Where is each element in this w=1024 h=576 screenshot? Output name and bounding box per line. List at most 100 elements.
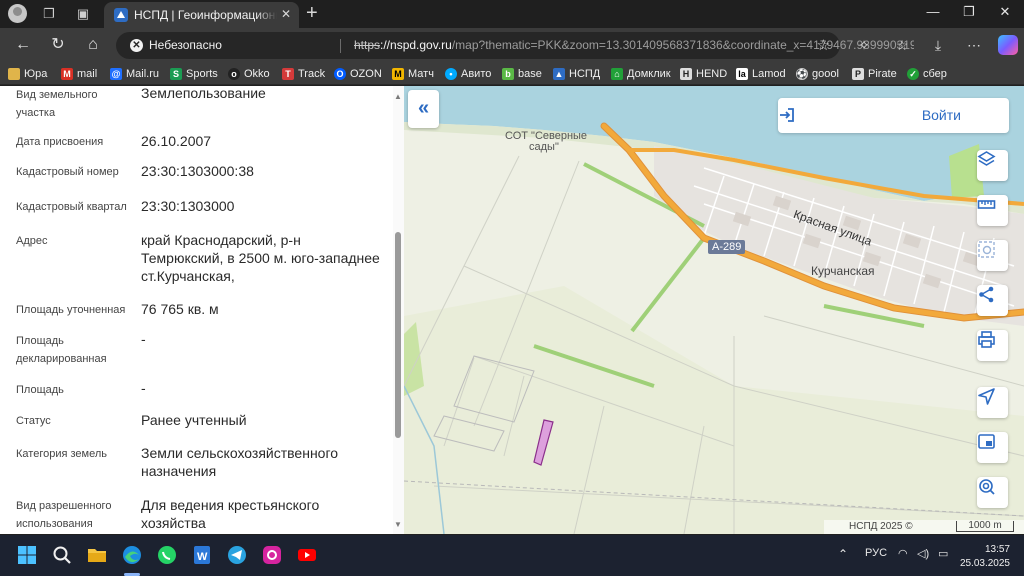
scroll-down-icon[interactable]: ▼ bbox=[394, 520, 402, 529]
favorite-star-icon[interactable]: ☆ bbox=[817, 36, 830, 54]
tab-nspd[interactable]: НСПД | Геоинформационный портал ✕ bbox=[104, 2, 299, 28]
workspaces-icon[interactable]: ❐ bbox=[40, 5, 58, 23]
layers-button[interactable] bbox=[977, 150, 1008, 181]
scrollbar-thumb[interactable] bbox=[395, 232, 401, 438]
minimap-icon bbox=[978, 434, 995, 449]
panel-scrollbar[interactable]: ▲ ▼ bbox=[393, 86, 404, 534]
copilot-icon[interactable] bbox=[998, 35, 1018, 55]
more-menu-icon[interactable]: ⋯ bbox=[965, 36, 983, 54]
search-icon[interactable] bbox=[51, 544, 73, 566]
word-icon[interactable]: W bbox=[191, 544, 213, 566]
collapse-panel-button[interactable]: « bbox=[408, 90, 439, 128]
back-button[interactable]: ← bbox=[12, 34, 34, 56]
value-cadastral-number[interactable]: 23:30:1303000:38 bbox=[141, 162, 386, 180]
bookmark-sports[interactable]: S Sports bbox=[170, 66, 218, 82]
scale-bar: 1000 m bbox=[956, 521, 1014, 532]
scroll-up-icon[interactable]: ▲ bbox=[394, 92, 402, 101]
battery-icon[interactable]: ▭ bbox=[938, 547, 948, 560]
mailru-icon: @ bbox=[110, 68, 122, 80]
bookmark-track[interactable]: T Track bbox=[282, 66, 325, 82]
home-button[interactable]: ⌂ bbox=[82, 34, 104, 56]
map-attribution: НСПД 2025 © 1000 m bbox=[824, 520, 1024, 534]
label-area: Площадь bbox=[16, 384, 64, 396]
address-separator bbox=[340, 39, 341, 53]
nspd-icon: ▲ bbox=[553, 68, 565, 80]
minimap-button[interactable] bbox=[977, 432, 1008, 463]
pirate-icon: P bbox=[852, 68, 864, 80]
bookmark-ozon[interactable]: O OZON bbox=[334, 66, 382, 82]
tab-title: НСПД | Геоинформационный портал bbox=[134, 8, 277, 22]
tray-overflow-icon[interactable]: ⌃ bbox=[838, 547, 848, 561]
instagram-icon[interactable] bbox=[261, 544, 283, 566]
value-permitted-use: Для ведения крестьянского хозяйства bbox=[141, 497, 320, 531]
security-label[interactable]: Небезопасно bbox=[149, 38, 222, 52]
url-text[interactable]: https://nspd.gov.ru/map?thematic=PKK&zoo… bbox=[354, 38, 914, 52]
map-view[interactable]: СОТ "Северные сады" Красная улица А-289 … bbox=[404, 86, 1024, 534]
volume-icon[interactable]: ◁) bbox=[917, 547, 929, 560]
measure-button[interactable] bbox=[977, 195, 1008, 226]
print-button[interactable] bbox=[977, 330, 1008, 361]
login-icon bbox=[780, 108, 794, 122]
value-land-category: Земли сельскохозяйственного назначения bbox=[141, 445, 339, 479]
value-address: край Краснодарский, р-н Темрюкский, в 25… bbox=[141, 232, 380, 284]
bookmark-hend[interactable]: H HEND bbox=[680, 66, 727, 82]
bookmark-nspd[interactable]: ▲ НСПД bbox=[553, 66, 600, 82]
file-explorer-icon[interactable] bbox=[86, 544, 108, 566]
youtube-icon[interactable] bbox=[296, 544, 318, 566]
navigation-arrow-icon bbox=[978, 388, 995, 405]
label-permitted-use: Вид разрешенного использования bbox=[16, 500, 112, 530]
system-clock[interactable]: 13:57 25.03.2025 bbox=[960, 543, 1010, 571]
minimize-button[interactable]: — bbox=[918, 4, 948, 19]
bookmark-lamoda[interactable]: la Lamod bbox=[736, 66, 786, 82]
ozon-icon: O bbox=[334, 68, 346, 80]
wifi-icon[interactable]: ◠ bbox=[898, 547, 908, 560]
bookmark-pirate[interactable]: P Pirate bbox=[852, 66, 897, 82]
geo-search-button[interactable] bbox=[977, 477, 1008, 508]
restore-button[interactable]: ❐ bbox=[954, 4, 984, 20]
value-refined-area: 76 765 кв. м bbox=[141, 301, 219, 317]
windows-start-icon[interactable] bbox=[16, 544, 38, 566]
bookmark-mailru[interactable]: @ Mail.ru bbox=[110, 66, 159, 82]
close-window-button[interactable]: ✕ bbox=[990, 4, 1020, 20]
reload-button[interactable]: ↻ bbox=[47, 34, 69, 56]
label-declared-area: Площадь декларированная bbox=[16, 335, 107, 365]
share-button[interactable] bbox=[977, 285, 1008, 316]
profile-avatar[interactable] bbox=[8, 4, 27, 23]
bookmark-avito[interactable]: • Авито bbox=[445, 66, 491, 82]
input-language[interactable]: РУС bbox=[865, 547, 887, 559]
locate-button[interactable] bbox=[977, 387, 1008, 418]
label-cadastral-block: Кадастровый квартал bbox=[16, 201, 127, 213]
new-tab-button[interactable]: + bbox=[306, 3, 318, 23]
bookmark-mail[interactable]: Mmail bbox=[61, 66, 97, 82]
bookmark-base[interactable]: b base bbox=[502, 66, 542, 82]
okko-icon: o bbox=[228, 68, 240, 80]
label-refined-area: Площадь уточненная bbox=[16, 304, 126, 316]
attribution-text[interactable]: НСПД 2025 © bbox=[849, 521, 913, 532]
clock-time: 13:57 bbox=[984, 544, 1010, 555]
bookmark-match[interactable]: M Матч bbox=[392, 66, 434, 82]
login-button[interactable]: Войти bbox=[778, 98, 1009, 133]
bookmark-okko[interactable]: o Okko bbox=[228, 66, 270, 82]
label-sot-line2: сады" bbox=[529, 141, 559, 153]
bookmark-domclick[interactable]: ⌂ Домклик bbox=[611, 66, 671, 82]
bookmark-yura[interactable]: Юра bbox=[8, 66, 47, 82]
label-status: Статус bbox=[16, 415, 51, 427]
telegram-icon[interactable] bbox=[226, 544, 248, 566]
bookmark-sber[interactable]: ✓ сбер bbox=[907, 66, 947, 82]
bookmark-goool[interactable]: ⚽ goool bbox=[796, 66, 839, 82]
tab-actions-icon[interactable]: ▣ bbox=[74, 5, 92, 23]
tab-close-icon[interactable]: ✕ bbox=[281, 7, 291, 21]
extensions-icon[interactable]: ✧ bbox=[855, 36, 873, 54]
address-bar[interactable]: ✕ Небезопасно https://nspd.gov.ru/map?th… bbox=[116, 32, 914, 59]
track-icon: T bbox=[282, 68, 294, 80]
map-canvas[interactable] bbox=[404, 86, 1024, 534]
nspd-favicon-icon bbox=[114, 8, 128, 22]
select-area-button[interactable] bbox=[977, 240, 1008, 271]
label-assign-date: Дата присвоения bbox=[16, 136, 104, 148]
favorites-icon[interactable]: ☆ bbox=[893, 36, 911, 54]
value-cadastral-block[interactable]: 23:30:1303000 bbox=[141, 197, 386, 215]
not-secure-icon[interactable]: ✕ bbox=[130, 39, 143, 52]
downloads-icon[interactable]: ⤓ bbox=[929, 36, 947, 54]
whatsapp-icon[interactable] bbox=[156, 544, 178, 566]
edge-icon[interactable] bbox=[121, 544, 143, 566]
